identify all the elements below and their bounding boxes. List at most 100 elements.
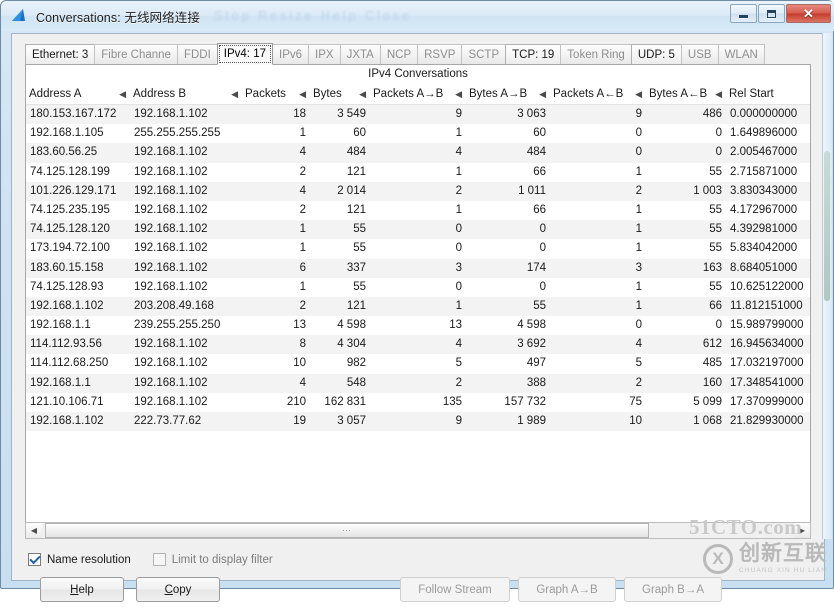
column-sort-icon[interactable]: ◀ <box>293 89 307 100</box>
table-cell: 1 068 <box>693 415 722 427</box>
table-cell: 163 <box>702 261 722 274</box>
table-row[interactable]: 192.168.1.1 192.168.1.102 4 548 2 388 2 160 17.3… <box>26 373 810 393</box>
table-row[interactable]: 192.168.1.102 222.73.77.62 19 3 057 9 1 989 10… <box>26 412 810 432</box>
column-sort-icon[interactable]: ◀ <box>809 89 810 100</box>
table-cell: 192.168.1.102 <box>134 338 208 351</box>
table-cell: 1 <box>635 242 642 255</box>
table-cell: 1.649896000 <box>730 127 798 140</box>
table-cell: 11.812151000 <box>730 299 803 312</box>
table-row[interactable]: 101.226.129.171 192.168.1.102 4 2 014 2 1 011… <box>26 181 810 201</box>
table-row[interactable]: 121.10.106.71 192.168.1.102 210 162 831 135 1… <box>26 393 810 412</box>
tab-label: TCP: 19 <box>512 48 555 61</box>
table-row[interactable]: 180.153.167.172 192.168.1.102 18 3 549 9 3 06… <box>26 105 810 125</box>
table-cell: 0 <box>539 223 546 236</box>
column-header-bytes-a-b[interactable]: Bytes A→B ◀ <box>466 84 550 104</box>
minimize-button[interactable] <box>730 4 757 23</box>
table-cell: 4 598 <box>517 319 546 332</box>
table-cell: 9 <box>455 108 462 120</box>
column-sort-icon[interactable]: ◀ <box>449 89 463 100</box>
column-header-packets-a-b[interactable]: Packets A←B ◀ <box>550 84 646 104</box>
button-label: Graph A→B <box>536 583 598 596</box>
table-cell: 1 <box>455 165 462 178</box>
column-header-packets-a-b[interactable]: Packets A→B ◀ <box>370 84 466 104</box>
checkbox-label: Limit to display filter <box>171 553 273 566</box>
table-cell: 121.10.106.71 <box>30 395 104 408</box>
table-row[interactable]: 114.112.93.56 192.168.1.102 8 4 304 4 3 692 4 6… <box>26 335 810 355</box>
tab-ipv4-17[interactable]: IPv4: 17 <box>216 43 273 65</box>
horizontal-scrollbar[interactable]: ◀ ⋯ ▶ <box>25 522 811 539</box>
scroll-right-icon[interactable]: ▶ <box>794 523 810 538</box>
column-header-address-b[interactable]: Address B ◀ <box>130 84 242 104</box>
tab-ethernet-3[interactable]: Ethernet: 3 <box>25 44 96 65</box>
maximize-button[interactable] <box>758 4 785 23</box>
checkbox-checked-icon[interactable] <box>28 552 41 566</box>
column-sort-icon[interactable]: ◀ <box>629 89 643 100</box>
table-row[interactable]: 74.125.128.93 192.168.1.102 1 55 0 0 1 55 10.625… <box>26 278 810 297</box>
tab-token-ring: Token Ring <box>560 44 632 65</box>
vertical-scroll-thumb[interactable] <box>824 151 830 301</box>
column-header-label: Rel Start <box>729 88 774 100</box>
scroll-left-icon[interactable]: ◀ <box>26 523 42 538</box>
table-cell: 19 <box>293 415 306 427</box>
table-row[interactable]: 74.125.235.195 192.168.1.102 2 121 1 66 1 55 4.1… <box>26 201 810 220</box>
column-header-rel-start[interactable]: Rel Start ◀ <box>726 84 810 104</box>
table-row[interactable]: 192.168.1.1 239.255.255.250 13 4 598 13 4 598… <box>26 316 810 335</box>
column-header-packets[interactable]: Packets ◀ <box>242 84 310 104</box>
table-cell: 16.945634000 <box>730 338 804 351</box>
table-cell: 114.112.68.250 <box>30 357 109 370</box>
table-row[interactable]: 173.194.72.100 192.168.1.102 1 55 0 0 1 55 5.834… <box>26 239 810 258</box>
table-cell: 5.834042000 <box>730 242 798 255</box>
table-row[interactable]: 192.168.1.102 203.208.49.168 2 121 1 55 1 66 11.… <box>26 296 810 317</box>
table-cell: 121 <box>346 299 366 312</box>
table-cell: 1 <box>635 223 642 236</box>
table-cell: 13 <box>293 319 306 332</box>
tab-tcp-19[interactable]: TCP: 19 <box>505 44 562 65</box>
table-cell: 612 <box>702 338 722 351</box>
table-cell: 982 <box>346 357 366 370</box>
column-header-label: Packets A←B <box>553 88 624 100</box>
table-row[interactable]: 74.125.128.199 192.168.1.102 2 121 1 66 1 55 2.7… <box>26 163 810 182</box>
table-cell: 192.168.1.102 <box>134 165 208 178</box>
table-row[interactable]: 183.60.56.25 192.168.1.102 4 484 4 484 0 0 2.005… <box>26 143 810 163</box>
column-header-bytes[interactable]: Bytes ◀ <box>310 84 370 104</box>
tab-udp-5[interactable]: UDP: 5 <box>630 44 682 65</box>
table-cell: 192.168.1.102 <box>134 184 208 197</box>
table-cell: 2 <box>299 299 306 312</box>
table-cell: 1 <box>299 242 306 255</box>
column-header-label: Packets A→B <box>373 88 444 100</box>
table-row[interactable]: 192.168.1.105 255.255.255.255 1 60 1 60 0 0 1.64… <box>26 124 810 143</box>
column-sort-icon[interactable]: ◀ <box>353 89 367 100</box>
table-cell: 2 <box>299 165 306 178</box>
column-header-address-a[interactable]: Address A ◀ <box>26 84 130 104</box>
title-bar[interactable]: Conversations: 无线网络连接 Stop Resize Help C… <box>1 1 834 31</box>
table-cell: 60 <box>533 127 546 140</box>
table-cell: 1 <box>635 165 642 178</box>
column-sort-icon[interactable]: ◀ <box>225 89 239 100</box>
column-sort-icon[interactable]: ◀ <box>113 89 127 100</box>
table-cell: 1 <box>635 203 642 216</box>
close-button[interactable]: ✕ <box>786 4 831 23</box>
table-cell: 192.168.1.1 <box>30 376 91 389</box>
table-cell: 160 <box>702 376 722 389</box>
table-row[interactable]: 114.112.68.250 192.168.1.102 10 982 5 497 5 485… <box>26 354 810 373</box>
button-help[interactable]: Help <box>40 577 124 602</box>
table-cell: 74.125.128.199 <box>30 165 110 178</box>
table-cell: 55 <box>533 299 546 312</box>
column-header-bytes-a-b[interactable]: Bytes A←B ◀ <box>646 84 726 104</box>
horizontal-scroll-track[interactable] <box>649 523 794 538</box>
table-body[interactable]: 180.153.167.172 192.168.1.102 18 3 549 9 3 06… <box>26 105 810 432</box>
table-cell: 101.226.129.171 <box>30 184 117 197</box>
horizontal-scroll-thumb[interactable]: ⋯ <box>45 523 649 538</box>
column-header-label: Bytes A←B <box>649 88 708 100</box>
column-sort-icon[interactable]: ◀ <box>709 89 723 100</box>
column-sort-icon[interactable]: ◀ <box>533 89 547 100</box>
table-row[interactable]: 74.125.128.120 192.168.1.102 1 55 0 0 1 55 4.392… <box>26 220 810 240</box>
table-cell: 6 <box>299 261 306 274</box>
checkbox-unchecked-icon[interactable] <box>152 553 166 566</box>
button-copy[interactable]: Copy <box>136 577 220 602</box>
checkbox-limit-to-display-filter[interactable]: Limit to display filter <box>152 553 273 566</box>
checkbox-name-resolution[interactable]: Name resolution <box>28 552 131 566</box>
window-vertical-scrollbar[interactable] <box>822 33 832 539</box>
table-cell: 9 <box>635 108 642 120</box>
table-row[interactable]: 183.60.15.158 192.168.1.102 6 337 3 174 3 163 8.… <box>26 258 810 278</box>
